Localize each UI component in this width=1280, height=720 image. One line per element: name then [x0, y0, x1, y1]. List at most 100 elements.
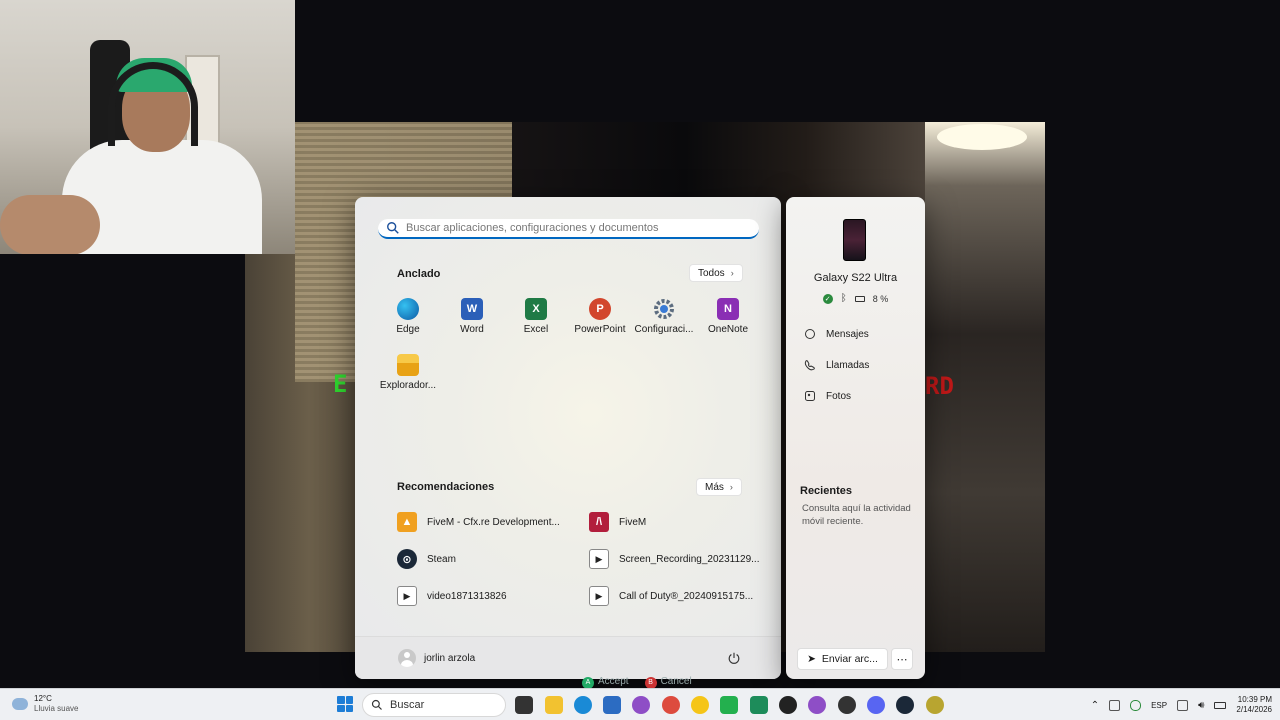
more-options-button[interactable]: ⋯: [891, 648, 913, 670]
phone-photos-link[interactable]: Fotos: [804, 390, 851, 402]
battery-icon: [854, 295, 865, 302]
volume-icon[interactable]: 🔊︎: [1198, 700, 1204, 711]
recommendation-item[interactable]: ⊙ Steam: [397, 549, 456, 569]
recommendation-label: Screen_Recording_20231129...: [619, 553, 760, 565]
media-player-icon[interactable]: [779, 696, 797, 714]
pinned-title: Anclado: [397, 268, 441, 280]
send-file-button[interactable]: ➤ Enviar arc...: [797, 648, 888, 670]
send-file-label: Enviar arc...: [821, 653, 878, 665]
app-icon[interactable]: [838, 696, 856, 714]
file-explorer-icon[interactable]: [545, 696, 563, 714]
clock-date: 2/14/2026: [1236, 705, 1272, 714]
app-icon[interactable]: [926, 696, 944, 714]
recommendations-more-button[interactable]: Más ›: [696, 478, 742, 496]
cancel-label: Cancel: [660, 676, 692, 687]
network-icon[interactable]: [1109, 699, 1121, 711]
recommendation-item[interactable]: ▶ Screen_Recording_20231129...: [589, 549, 759, 569]
battery-tray-icon[interactable]: [1214, 701, 1227, 709]
app-icon[interactable]: [691, 696, 709, 714]
recommendation-label: Steam: [427, 553, 456, 565]
device-status: ✓ ᛒ 8 %: [786, 293, 925, 304]
webcam-person-arm: [0, 195, 100, 254]
video-file-icon: ▶: [589, 586, 609, 606]
recommendation-label: FiveM - Cfx.re Development...: [427, 516, 560, 528]
game-green-sign: E: [333, 370, 348, 398]
excel-icon: X: [525, 298, 547, 320]
phone-link-label: Llamadas: [826, 359, 870, 371]
recommendation-item[interactable]: ▲ FiveM - Cfx.re Development...: [397, 512, 560, 532]
clock[interactable]: 10:39 PM 2/14/2026: [1236, 695, 1272, 715]
recommendation-item[interactable]: ▶ video1871313826: [397, 586, 507, 606]
chevron-right-icon: ›: [729, 482, 733, 492]
phone-messages-link[interactable]: Mensajes: [804, 328, 869, 340]
taskbar: 12°C Lluvia suave Buscar ⌃ ESP 🔊︎ 10:39 …: [0, 688, 1280, 720]
user-name: jorlin arzola: [424, 652, 476, 664]
chevron-right-icon: ›: [730, 268, 734, 278]
power-icon[interactable]: [727, 651, 741, 665]
connected-check-icon: ✓: [822, 293, 833, 304]
pinned-app-label: Configuraci...: [634, 324, 694, 335]
app-icon[interactable]: [720, 696, 738, 714]
phone-link-label: Fotos: [826, 390, 852, 402]
fivem-icon: /\: [589, 512, 609, 532]
weather-widget[interactable]: 12°C Lluvia suave: [12, 694, 78, 714]
pinned-app-edge[interactable]: Edge: [376, 298, 440, 335]
store-icon[interactable]: [603, 696, 621, 714]
microphone-icon[interactable]: [1130, 699, 1142, 711]
app-icon[interactable]: [632, 696, 650, 714]
chat-bubble-icon: [805, 329, 815, 339]
pinned-app-label: OneNote: [707, 324, 749, 335]
weather-text: 12°C Lluvia suave: [34, 694, 78, 714]
discord-icon[interactable]: [867, 696, 885, 714]
pinned-app-powerpoint[interactable]: P PowerPoint: [568, 298, 632, 335]
display-icon[interactable]: [1177, 699, 1189, 711]
pinned-app-word[interactable]: W Word: [440, 298, 504, 335]
recommendations-more-label: Más: [705, 481, 724, 493]
edge-icon: [397, 298, 419, 320]
app-icon[interactable]: [750, 696, 768, 714]
phone-calls-link[interactable]: Llamadas: [804, 359, 869, 371]
recommendation-item[interactable]: /\ FiveM: [589, 512, 646, 532]
windows-start-icon[interactable]: [337, 696, 353, 712]
recent-title: Recientes: [800, 485, 852, 497]
onenote-icon: N: [717, 298, 739, 320]
steam-icon: ⊙: [397, 549, 417, 569]
pinned-all-button[interactable]: Todos ›: [689, 264, 743, 282]
task-view-icon[interactable]: [515, 696, 533, 714]
pinned-app-onenote[interactable]: N OneNote: [696, 298, 760, 335]
pinned-app-file-explorer[interactable]: Explorador...: [376, 354, 440, 391]
steam-icon[interactable]: [896, 696, 914, 714]
chrome-icon[interactable]: [662, 696, 680, 714]
user-account-button[interactable]: jorlin arzola: [398, 649, 475, 667]
taskbar-search[interactable]: Buscar: [362, 693, 506, 717]
game-red-sign: RD: [925, 372, 954, 400]
start-menu-footer: jorlin arzola: [355, 636, 781, 679]
start-search-input[interactable]: [406, 222, 746, 234]
phone-link-panel: Galaxy S22 Ultra ✓ ᛒ 8 % Mensajes Llamad…: [786, 197, 925, 679]
word-icon: W: [461, 298, 483, 320]
start-search-box[interactable]: [378, 219, 759, 239]
send-icon: ➤: [807, 653, 816, 665]
webcam-overlay: [0, 0, 295, 254]
system-tray: ⌃ ESP 🔊︎ 10:39 PM 2/14/2026: [1091, 689, 1280, 720]
photos-icon: [805, 391, 815, 401]
edge-icon[interactable]: [574, 696, 592, 714]
recommendation-item[interactable]: ▶ Call of Duty®_20240915175...: [589, 586, 753, 606]
chevron-up-icon[interactable]: ⌃: [1091, 700, 1099, 711]
pinned-app-excel[interactable]: X Excel: [504, 298, 568, 335]
recent-description: Consulta aquí la actividad móvil recient…: [802, 503, 911, 527]
accept-label: Accept: [598, 676, 629, 687]
pinned-app-label: Excel: [523, 324, 549, 335]
app-icon[interactable]: [808, 696, 826, 714]
phone-icon: [804, 360, 815, 371]
recommendation-label: video1871313826: [427, 590, 507, 602]
rain-cloud-icon: [12, 698, 28, 710]
video-file-icon: ▶: [589, 549, 609, 569]
taskbar-search-label: Buscar: [390, 699, 425, 711]
pinned-app-label: Explorador...: [379, 380, 437, 391]
game-ceiling-light: [937, 124, 1027, 150]
pinned-app-settings[interactable]: Configuraci...: [632, 298, 696, 335]
language-indicator[interactable]: ESP: [1151, 701, 1167, 710]
search-icon: [371, 699, 382, 710]
webcam-headphones: [108, 62, 198, 146]
